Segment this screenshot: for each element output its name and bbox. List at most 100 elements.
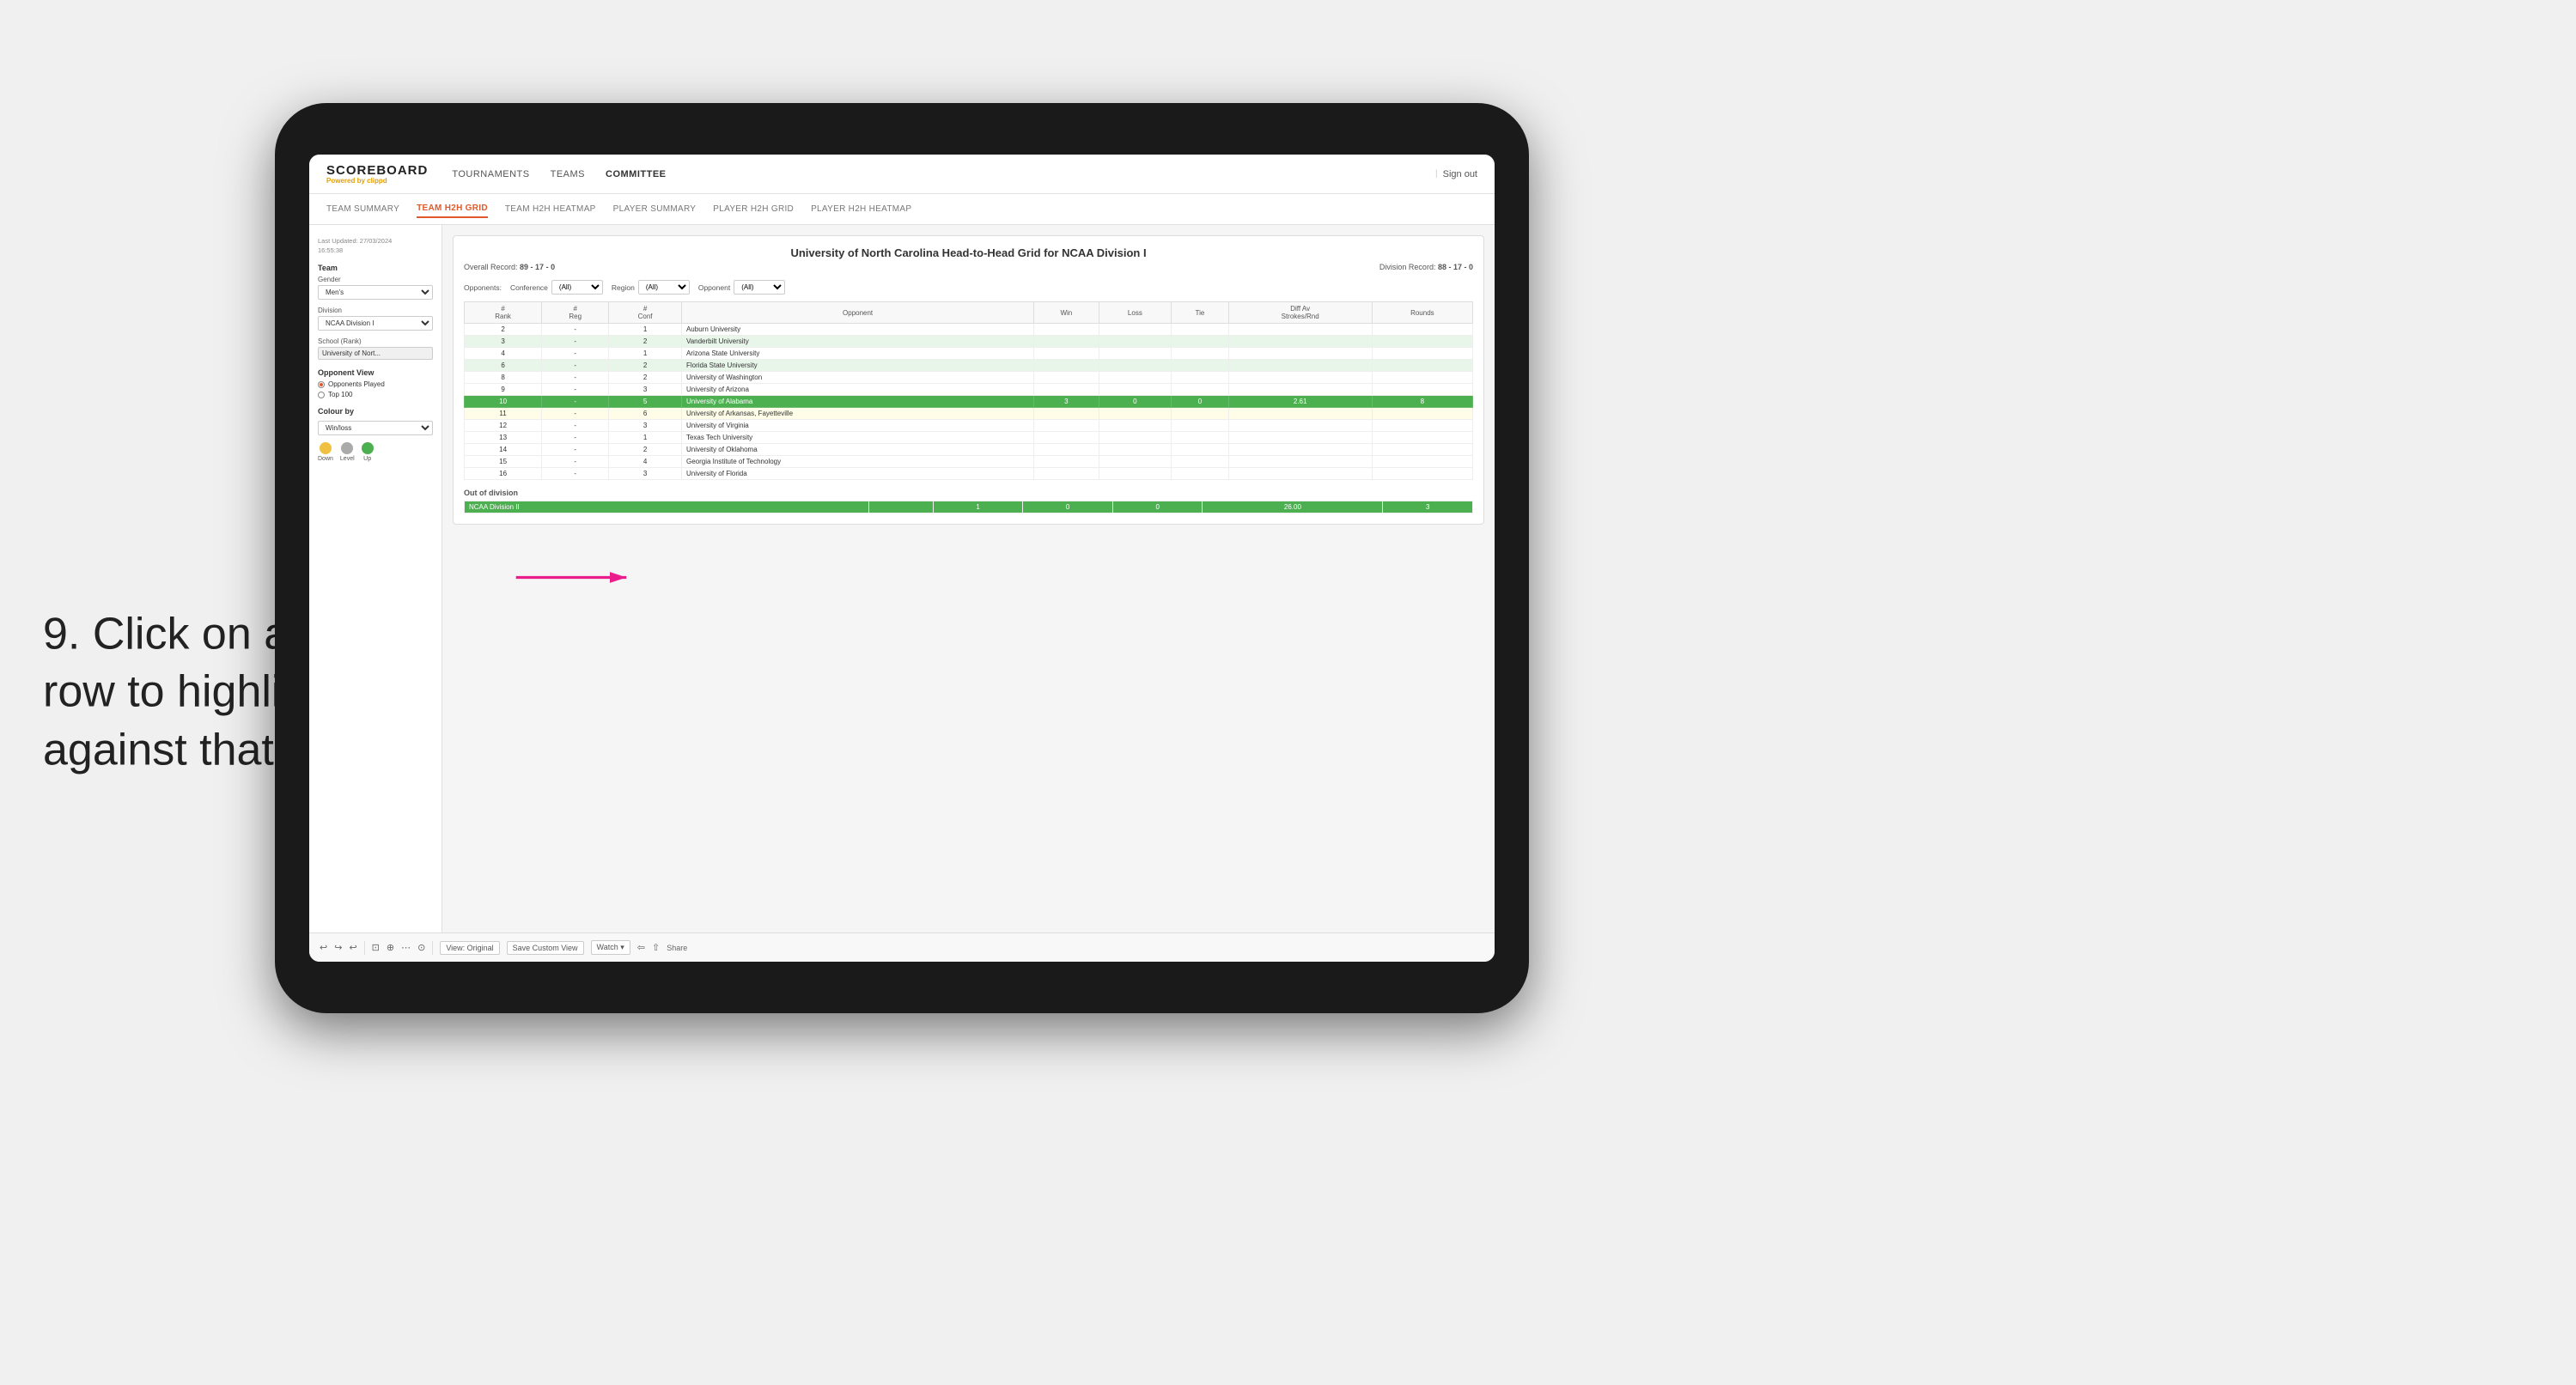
radio-top100[interactable]: Top 100 bbox=[318, 391, 433, 398]
tablet-frame: SCOREBOARD Powered by clippd TOURNAMENTS… bbox=[275, 103, 1529, 1013]
out-of-division-row[interactable]: NCAA Division II 1 0 0 26.00 3 bbox=[465, 501, 1473, 513]
ood-division: NCAA Division II bbox=[465, 501, 869, 513]
out-of-division-label: Out of division bbox=[464, 489, 1473, 497]
opponent-view-title: Opponent View bbox=[318, 368, 433, 377]
opponent-filter: Opponent (All) bbox=[698, 280, 785, 295]
clock-icon[interactable]: ⊙ bbox=[417, 942, 425, 953]
table-row[interactable]: 9-3University of Arizona bbox=[465, 384, 1473, 396]
legend-dot-up bbox=[362, 442, 374, 454]
step-number: 9. bbox=[43, 609, 80, 659]
share-icon[interactable]: ⇧ bbox=[652, 942, 660, 953]
colour-by-title: Colour by bbox=[318, 407, 433, 416]
table-row[interactable]: 3-2Vanderbilt University bbox=[465, 336, 1473, 348]
bottom-toolbar: ↩ ↪ ↩ ⊡ ⊕ ⋯ ⊙ View: Original Save Custom… bbox=[309, 932, 1495, 962]
col-diff: Diff AvStrokes/Rnd bbox=[1228, 302, 1372, 324]
sidebar: Last Updated: 27/03/2024 16:55:38 Team G… bbox=[309, 225, 442, 932]
col-win: Win bbox=[1034, 302, 1099, 324]
grid-container: University of North Carolina Head-to-Hea… bbox=[453, 235, 1484, 525]
sub-nav-player-h2h-grid[interactable]: PLAYER H2H GRID bbox=[713, 201, 794, 217]
table-header: #Rank #Reg #Conf Opponent Win Loss Tie D… bbox=[465, 302, 1473, 324]
menu-icon[interactable]: ⋯ bbox=[401, 942, 411, 953]
opponents-filter-label: Opponents: bbox=[464, 283, 502, 292]
nav-committee[interactable]: COMMITTEE bbox=[606, 166, 667, 183]
col-reg: #Reg bbox=[542, 302, 609, 324]
legend-level: Level bbox=[340, 442, 355, 462]
conference-filter: Conference (All) bbox=[510, 280, 603, 295]
ood-rounds: 3 bbox=[1383, 501, 1473, 513]
tablet-screen: SCOREBOARD Powered by clippd TOURNAMENTS… bbox=[309, 155, 1495, 962]
top-nav: SCOREBOARD Powered by clippd TOURNAMENTS… bbox=[309, 155, 1495, 194]
table-row[interactable]: 4-1Arizona State University bbox=[465, 348, 1473, 360]
save-custom-view-button[interactable]: Save Custom View bbox=[507, 941, 584, 955]
grid-title: University of North Carolina Head-to-Hea… bbox=[464, 246, 1473, 259]
colour-by-select[interactable]: Win/loss bbox=[318, 421, 433, 435]
grid-icon[interactable]: ⊡ bbox=[372, 942, 380, 953]
sub-nav-team-summary[interactable]: TEAM SUMMARY bbox=[326, 201, 399, 217]
division-label: Division bbox=[318, 307, 433, 314]
legend-up: Up bbox=[362, 442, 374, 462]
table-row[interactable]: 8-2University of Washington bbox=[465, 372, 1473, 384]
radio-opponents-played[interactable]: Opponents Played bbox=[318, 380, 433, 388]
sub-nav: TEAM SUMMARY TEAM H2H GRID TEAM H2H HEAT… bbox=[309, 194, 1495, 225]
school-label: School (Rank) bbox=[318, 337, 433, 345]
table-row[interactable]: 15-4Georgia Institute of Technology bbox=[465, 456, 1473, 468]
division-select[interactable]: NCAA Division I bbox=[318, 316, 433, 331]
add-icon[interactable]: ⊕ bbox=[387, 942, 394, 953]
radio-dot-opponents bbox=[318, 381, 325, 388]
table-row[interactable]: 13-1Texas Tech University bbox=[465, 432, 1473, 444]
redo-icon[interactable]: ↪ bbox=[334, 942, 342, 953]
legend: Down Level Up bbox=[318, 442, 433, 462]
radio-dot-top100 bbox=[318, 392, 325, 398]
table-row[interactable]: 6-2Florida State University bbox=[465, 360, 1473, 372]
ood-diff: 26.00 bbox=[1203, 501, 1383, 513]
back-icon[interactable]: ↩ bbox=[349, 942, 356, 953]
view-original-button[interactable]: View: Original bbox=[440, 941, 499, 955]
main-content: Last Updated: 27/03/2024 16:55:38 Team G… bbox=[309, 225, 1495, 932]
filter-row: Opponents: Conference (All) Region (All) bbox=[464, 280, 1473, 295]
gender-label: Gender bbox=[318, 276, 433, 283]
h2h-table: #Rank #Reg #Conf Opponent Win Loss Tie D… bbox=[464, 301, 1473, 480]
brand-title: SCOREBOARD bbox=[326, 164, 428, 177]
out-of-division-section: Out of division NCAA Division II 1 0 0 2… bbox=[464, 489, 1473, 513]
table-row[interactable]: 11-6University of Arkansas, Fayetteville bbox=[465, 408, 1473, 420]
sub-nav-team-h2h-grid[interactable]: TEAM H2H GRID bbox=[417, 200, 488, 218]
conference-select[interactable]: (All) bbox=[551, 280, 603, 295]
overall-record: Overall Record: 89 - 17 - 0 bbox=[464, 263, 555, 271]
gender-select[interactable]: Men's bbox=[318, 285, 433, 300]
table-row[interactable]: 2-1Auburn University bbox=[465, 324, 1473, 336]
watch-button[interactable]: Watch ▾ bbox=[591, 940, 630, 955]
ood-loss: 0 bbox=[1023, 501, 1113, 513]
table-row[interactable]: 12-3University of Virginia bbox=[465, 420, 1473, 432]
undo-icon[interactable]: ↩ bbox=[320, 942, 327, 953]
toolbar-divider-2 bbox=[432, 941, 433, 955]
legend-dot-down bbox=[320, 442, 332, 454]
nav-teams[interactable]: TEAMS bbox=[551, 166, 585, 183]
region-select[interactable]: (All) bbox=[638, 280, 690, 295]
col-tie: Tie bbox=[1172, 302, 1228, 324]
table-row[interactable]: 14-2University of Oklahoma bbox=[465, 444, 1473, 456]
nav-tournaments[interactable]: TOURNAMENTS bbox=[452, 166, 529, 183]
sign-out-link[interactable]: Sign out bbox=[1443, 169, 1477, 179]
sidebar-timestamp: Last Updated: 27/03/2024 16:55:38 bbox=[318, 237, 433, 255]
sub-nav-team-h2h-heatmap[interactable]: TEAM H2H HEATMAP bbox=[505, 201, 596, 217]
table-row[interactable]: 16-3University of Florida bbox=[465, 468, 1473, 480]
division-record: Division Record: 88 - 17 - 0 bbox=[1379, 263, 1473, 271]
out-of-division-table: NCAA Division II 1 0 0 26.00 3 bbox=[464, 501, 1473, 513]
share-text[interactable]: Share bbox=[667, 944, 687, 952]
sub-nav-player-h2h-heatmap[interactable]: PLAYER H2H HEATMAP bbox=[811, 201, 911, 217]
opponent-select[interactable]: (All) bbox=[734, 280, 785, 295]
sub-nav-player-summary[interactable]: PLAYER SUMMARY bbox=[613, 201, 697, 217]
col-opponent: Opponent bbox=[681, 302, 1033, 324]
brand: SCOREBOARD Powered by clippd bbox=[326, 164, 428, 185]
share-left-icon[interactable]: ⇦ bbox=[637, 942, 645, 953]
ood-tie: 0 bbox=[1112, 501, 1203, 513]
toolbar-divider-1 bbox=[364, 941, 365, 955]
legend-down: Down bbox=[318, 442, 333, 462]
nav-items: TOURNAMENTS TEAMS COMMITTEE bbox=[452, 166, 1435, 183]
ood-win: 1 bbox=[933, 501, 1023, 513]
table-row[interactable]: 10-5University of Alabama3002.618 bbox=[465, 396, 1473, 408]
col-loss: Loss bbox=[1099, 302, 1172, 324]
col-conf: #Conf bbox=[609, 302, 682, 324]
school-value: University of Nort... bbox=[318, 347, 433, 360]
grid-records: Overall Record: 89 - 17 - 0 Division Rec… bbox=[464, 263, 1473, 271]
